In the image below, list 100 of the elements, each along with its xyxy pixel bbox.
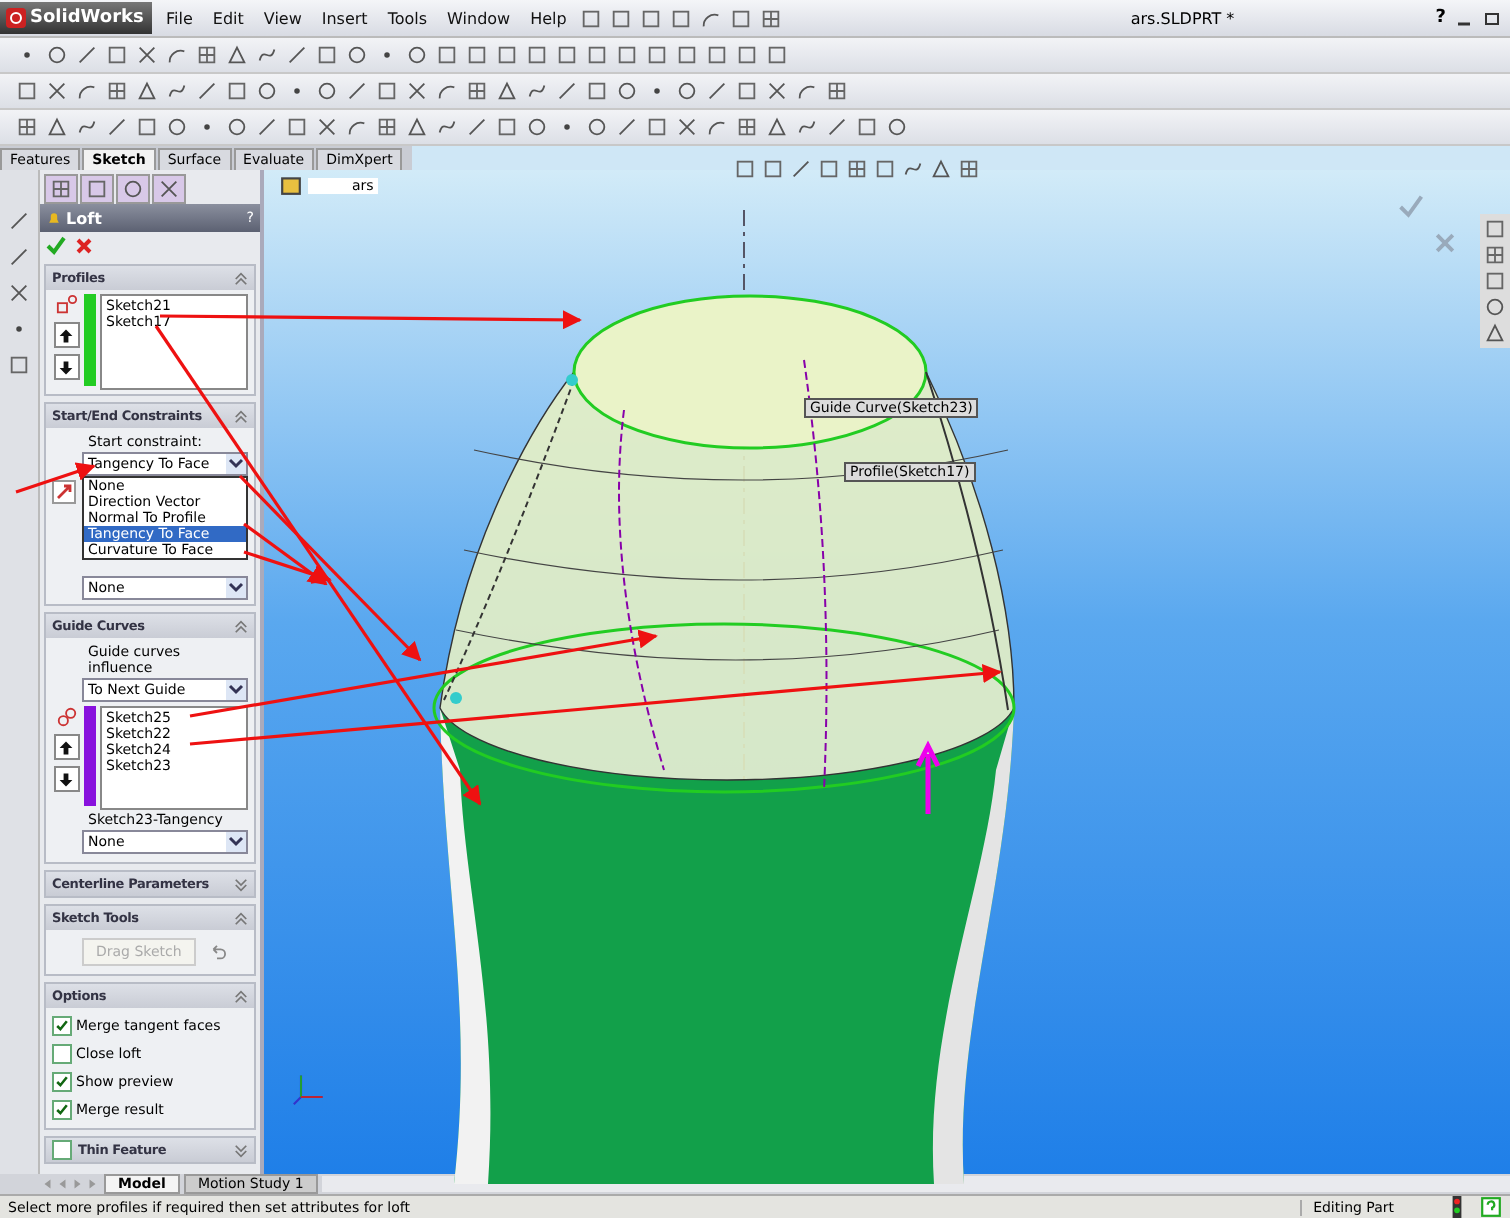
circle-icon[interactable] <box>886 116 908 138</box>
grid-icon[interactable] <box>826 80 848 102</box>
spline-icon[interactable] <box>526 80 548 102</box>
grid-icon[interactable] <box>760 7 783 29</box>
panel-tab[interactable] <box>44 174 78 204</box>
triangle-icon[interactable] <box>406 116 428 138</box>
square-icon[interactable] <box>874 158 896 180</box>
spline-icon[interactable] <box>796 116 818 138</box>
arc-icon[interactable] <box>346 116 368 138</box>
square-icon[interactable] <box>136 116 158 138</box>
expand-chevron-icon[interactable] <box>234 1143 248 1157</box>
checkbox[interactable] <box>52 1072 72 1092</box>
line-icon[interactable] <box>466 116 488 138</box>
menu-item[interactable]: Edit <box>206 9 250 27</box>
square-icon[interactable] <box>766 44 788 66</box>
ok-check-icon[interactable] <box>46 236 66 256</box>
square-icon[interactable] <box>496 44 518 66</box>
grid-icon[interactable] <box>846 158 868 180</box>
square-icon[interactable] <box>16 80 38 102</box>
triangle-icon[interactable] <box>226 44 248 66</box>
square-icon[interactable] <box>436 44 458 66</box>
line-icon[interactable] <box>790 158 812 180</box>
square-icon[interactable] <box>706 44 728 66</box>
grid-icon[interactable] <box>50 178 72 200</box>
expand-chevron-icon[interactable] <box>234 877 248 891</box>
circle-icon[interactable] <box>616 80 638 102</box>
square-icon[interactable] <box>1484 270 1506 292</box>
restore-icon[interactable] <box>1482 8 1502 28</box>
dropdown-arrow-icon[interactable] <box>226 832 246 852</box>
panel-tab[interactable] <box>80 174 114 204</box>
circle-icon[interactable] <box>226 116 248 138</box>
square-icon[interactable] <box>1484 218 1506 240</box>
line-icon[interactable] <box>286 44 308 66</box>
menu-item[interactable]: Tools <box>381 9 434 27</box>
square-icon[interactable] <box>586 80 608 102</box>
cancel-x-icon[interactable] <box>74 236 94 256</box>
cross-icon[interactable] <box>136 44 158 66</box>
cross-icon[interactable] <box>766 80 788 102</box>
square-icon[interactable] <box>736 44 758 66</box>
square-icon[interactable] <box>616 44 638 66</box>
checkbox[interactable] <box>52 1100 72 1120</box>
menu-item[interactable]: Help <box>524 9 573 27</box>
checkbox[interactable] <box>52 1140 72 1160</box>
arc-icon[interactable] <box>166 44 188 66</box>
menu-item[interactable]: File <box>160 9 199 27</box>
cross-icon[interactable] <box>316 116 338 138</box>
grid-icon[interactable] <box>16 116 38 138</box>
help-button[interactable]: ? <box>1435 8 1446 28</box>
move-down-button[interactable] <box>53 766 79 792</box>
undo-icon[interactable] <box>207 943 226 961</box>
circle-icon[interactable] <box>166 116 188 138</box>
circle-icon[interactable] <box>526 116 548 138</box>
cross-icon[interactable] <box>676 116 698 138</box>
circle-icon[interactable] <box>1484 296 1506 318</box>
line-icon[interactable] <box>106 116 128 138</box>
circle-icon[interactable] <box>406 44 428 66</box>
square-icon[interactable] <box>316 44 338 66</box>
spline-icon[interactable] <box>76 116 98 138</box>
line-icon[interactable] <box>256 116 278 138</box>
arc-icon[interactable] <box>706 116 728 138</box>
menu-item[interactable]: Insert <box>315 9 374 27</box>
cross-icon[interactable] <box>46 80 68 102</box>
spline-icon[interactable] <box>256 44 278 66</box>
square-icon[interactable] <box>734 158 756 180</box>
square-icon[interactable] <box>586 44 608 66</box>
checkbox[interactable] <box>52 1016 72 1036</box>
collapse-chevron-icon[interactable] <box>234 271 248 285</box>
square-icon[interactable] <box>8 354 30 376</box>
square-icon[interactable] <box>676 44 698 66</box>
help-icon[interactable] <box>1480 1196 1502 1218</box>
line-icon[interactable] <box>8 210 30 232</box>
line-icon[interactable] <box>8 246 30 268</box>
grid-icon[interactable] <box>1484 244 1506 266</box>
square-icon[interactable] <box>556 44 578 66</box>
circle-icon[interactable] <box>346 44 368 66</box>
dropdown-arrow-icon[interactable] <box>226 680 246 700</box>
grid-icon[interactable] <box>958 158 980 180</box>
line-icon[interactable] <box>196 80 218 102</box>
circle-icon[interactable] <box>586 116 608 138</box>
menu-item[interactable]: Window <box>441 9 517 27</box>
cross-icon[interactable] <box>158 178 180 200</box>
line-icon[interactable] <box>76 44 98 66</box>
square-icon[interactable] <box>640 7 663 29</box>
checkbox[interactable] <box>52 1044 72 1064</box>
square-icon[interactable] <box>466 44 488 66</box>
square-icon[interactable] <box>730 7 753 29</box>
square-icon[interactable] <box>856 116 878 138</box>
square-icon[interactable] <box>736 80 758 102</box>
ok-check-icon[interactable] <box>1398 194 1424 220</box>
square-icon[interactable] <box>226 80 248 102</box>
triangle-icon[interactable] <box>930 158 952 180</box>
line-icon[interactable] <box>556 80 578 102</box>
line-icon[interactable] <box>706 80 728 102</box>
collapse-chevron-icon[interactable] <box>234 409 248 423</box>
panel-tab[interactable] <box>116 174 150 204</box>
square-icon[interactable] <box>818 158 840 180</box>
circle-icon[interactable] <box>46 44 68 66</box>
collapse-chevron-icon[interactable] <box>234 989 248 1003</box>
dropdown-arrow-icon[interactable] <box>226 454 246 474</box>
reverse-button[interactable] <box>52 480 76 504</box>
